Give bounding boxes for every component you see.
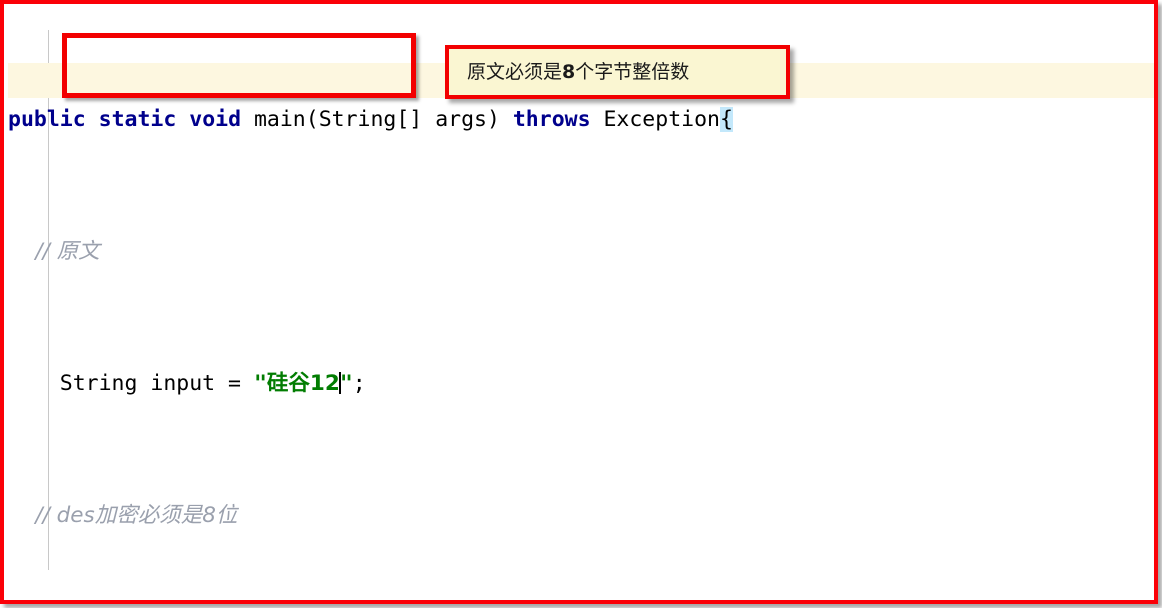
space-1 (86, 107, 99, 132)
callout-text-before: 原文必须是 (467, 61, 563, 83)
quote-close: " (339, 371, 353, 396)
method-signature: main(String[] args) (241, 107, 513, 132)
code-line-4[interactable]: // des加密必须是8位 (8, 499, 1154, 532)
line3-tail: ; (352, 371, 366, 396)
comment-des-8bit: // des加密必须是8位 (8, 503, 238, 528)
keyword-public: public (8, 107, 86, 132)
code-line-2[interactable]: // 原文 (8, 235, 1154, 268)
keyword-static: static (98, 107, 177, 132)
comment-yuanwen: // 原文 (8, 239, 100, 264)
keyword-void: void (189, 107, 242, 132)
callout-text-after: 个字节整倍数 (575, 61, 690, 83)
quote-open: " (253, 371, 267, 396)
code-editor-frame[interactable]: public static void main(String[] args) t… (0, 0, 1158, 604)
annotation-callout: 原文必须是8个字节整倍数 (445, 45, 790, 99)
exception-type: Exception (590, 107, 720, 132)
callout-text: 原文必须是8个字节整倍数 (467, 57, 689, 84)
code-line-3[interactable]: String input = "硅谷12"; (8, 367, 1154, 400)
space-2 (176, 107, 189, 132)
code-line-1[interactable]: public static void main(String[] args) t… (8, 103, 1154, 136)
input-declaration: String input = (8, 371, 254, 396)
keyword-throws: throws (512, 107, 591, 132)
matching-open-brace: { (719, 107, 733, 132)
input-string-value: 硅谷12 (266, 371, 340, 396)
callout-text-bold: 8 (562, 61, 576, 83)
